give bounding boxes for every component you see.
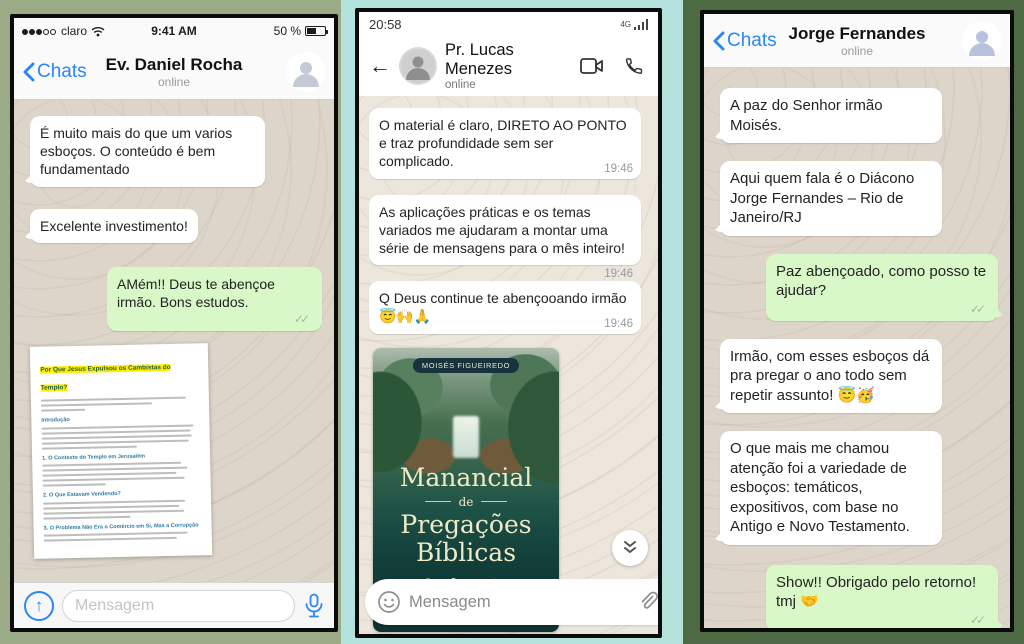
message-bubble-outgoing: Show!! Obrigado pelo retorno! tmj 🤝 ✓✓ xyxy=(766,565,998,629)
screenshot-frame-2: 20:58 4G ← Pr. Lucas Menezes online xyxy=(341,0,683,644)
message-bubble: O que mais me chamou atenção foi a varie… xyxy=(720,431,942,545)
document-heading: 2. O Que Estavam Vendendo? xyxy=(43,490,201,500)
message-text: AMém!! Deus te abençoe irmão. Bons estud… xyxy=(117,276,275,310)
wifi-icon xyxy=(91,26,105,37)
chevron-left-icon xyxy=(712,31,725,51)
message-bubble: A paz do Senhor irmão Moisés. xyxy=(720,88,942,143)
message-text: Show!! Obrigado pelo retorno! tmj 🤝 xyxy=(776,574,976,611)
document-heading: Introdução xyxy=(41,414,199,424)
phone-2: 20:58 4G ← Pr. Lucas Menezes online xyxy=(355,8,662,638)
clock: 9:41 AM xyxy=(132,24,216,38)
mic-icon[interactable] xyxy=(303,593,325,619)
chat-header-1: Chats Ev. Daniel Rocha online xyxy=(14,44,334,100)
message-bubble: Excelente investimento! xyxy=(30,209,198,243)
book-title-line: Manancial xyxy=(373,464,559,493)
contact-name: Jorge Fernandes xyxy=(789,24,926,44)
read-receipt-icon: ✓✓ xyxy=(776,614,986,626)
avatar[interactable] xyxy=(399,47,437,85)
contact-name: Ev. Daniel Rocha xyxy=(106,55,243,75)
signal-dots-icon xyxy=(22,24,57,38)
status-bar-2: 20:58 4G xyxy=(359,12,658,36)
chat-header-2: ← Pr. Lucas Menezes online xyxy=(359,36,658,96)
back-to-chats-button[interactable]: Chats xyxy=(712,14,777,67)
message-input-bar-1: ↑ xyxy=(14,582,334,628)
message-input-pill xyxy=(365,579,662,625)
message-time: 19:46 xyxy=(604,162,633,177)
message-bubble: Irmão, com esses esboços dá pra pregar o… xyxy=(720,339,942,414)
carrier-label: claro xyxy=(61,24,87,38)
battery-percent: 50 % xyxy=(274,24,301,38)
message-bubble: O material é claro, DIRETO AO PONTO e tr… xyxy=(369,108,641,179)
message-time: 19:46 xyxy=(604,317,633,332)
message-text: É muito mais do que um varios esboços. O… xyxy=(40,125,232,177)
phone-1: claro 9:41 AM 50 % Chats Ev. Daniel Roch… xyxy=(10,14,338,632)
message-input[interactable] xyxy=(62,590,295,622)
contact-status: online xyxy=(106,75,243,89)
document-title: Por Que Jesus Expulsou os Cambistas do T… xyxy=(40,364,171,392)
screenshot-frame-1: claro 9:41 AM 50 % Chats Ev. Daniel Roch… xyxy=(0,0,341,644)
contact-name: Pr. Lucas Menezes xyxy=(445,41,572,79)
read-receipt-icon: ✓✓ xyxy=(117,313,310,325)
chat-scroll-area-1[interactable]: É muito mais do que um varios esboços. O… xyxy=(14,100,334,582)
chevron-left-icon xyxy=(22,62,35,82)
contact-status: online xyxy=(445,79,572,91)
clock: 20:58 xyxy=(369,17,402,32)
message-bubble: Aqui quem fala é o Diácono Jorge Fernand… xyxy=(720,161,942,236)
message-text: Q Deus continue te abençooando irmão 😇🙌🙏 xyxy=(379,290,627,324)
person-icon xyxy=(965,24,999,58)
person-icon xyxy=(289,55,323,89)
book-title-line: Bíblicas xyxy=(373,539,559,568)
document-heading: 3. O Problema Não Era o Comércio em Si, … xyxy=(44,522,202,532)
message-text: Paz abençoado, como posso te ajudar? xyxy=(776,263,986,300)
message-text: Irmão, com esses esboços dá pra pregar o… xyxy=(730,348,929,404)
status-bar-1: claro 9:41 AM 50 % xyxy=(14,18,334,44)
back-label: Chats xyxy=(727,30,777,52)
double-chevron-down-icon xyxy=(622,540,638,556)
avatar[interactable] xyxy=(962,21,1002,61)
emoji-icon[interactable] xyxy=(377,590,401,614)
chat-header-3: Chats Jorge Fernandes online xyxy=(704,14,1010,68)
attach-paperclip-icon[interactable] xyxy=(637,590,659,614)
message-text: Excelente investimento! xyxy=(40,218,188,234)
book-title-line: de xyxy=(373,495,559,509)
message-text: Aqui quem fala é o Diácono Jorge Fernand… xyxy=(730,170,914,226)
signal-bars-icon xyxy=(634,19,648,30)
book-author-badge: MOISÉS FIGUEIREDO xyxy=(413,358,519,373)
document-attachment[interactable]: Por Que Jesus Expulsou os Cambistas do T… xyxy=(30,343,212,559)
read-receipt-icon: ✓✓ xyxy=(776,303,986,315)
voice-call-icon[interactable] xyxy=(624,56,644,76)
document-heading: 1. O Contexto do Templo em Jerusalém xyxy=(42,452,200,462)
contact-info[interactable]: Pr. Lucas Menezes online xyxy=(445,41,572,91)
message-time: 19:46 xyxy=(604,267,633,282)
scroll-to-bottom-button[interactable] xyxy=(612,530,648,566)
message-text: O material é claro, DIRETO AO PONTO e tr… xyxy=(379,117,627,169)
video-call-icon[interactable] xyxy=(580,57,604,75)
network-type-label: 4G xyxy=(620,20,631,29)
share-up-arrow-button[interactable]: ↑ xyxy=(24,591,54,621)
message-input-bar-2 xyxy=(359,576,658,634)
back-to-chats-button[interactable]: Chats xyxy=(22,44,87,99)
screenshot-frame-3: Chats Jorge Fernandes online A paz do Se… xyxy=(683,0,1024,644)
message-bubble-outgoing: Paz abençoado, como posso te ajudar? ✓✓ xyxy=(766,254,998,321)
message-text: O que mais me chamou atenção foi a varie… xyxy=(730,440,910,535)
book-title-line: Pregações xyxy=(373,511,559,540)
phone-3: Chats Jorge Fernandes online A paz do Se… xyxy=(700,10,1014,632)
chat-scroll-area-3[interactable]: A paz do Senhor irmão Moisés. Aqui quem … xyxy=(704,68,1010,628)
contact-status: online xyxy=(789,44,926,58)
message-bubble-outgoing: AMém!! Deus te abençoe irmão. Bons estud… xyxy=(107,267,322,331)
message-input[interactable] xyxy=(409,593,629,612)
waterfall-art xyxy=(453,416,479,459)
message-text: As aplicações práticas e os temas variad… xyxy=(379,204,625,256)
message-bubble: Q Deus continue te abençooando irmão 😇🙌🙏… xyxy=(369,281,641,333)
message-bubble: É muito mais do que um varios esboços. O… xyxy=(30,116,265,187)
avatar[interactable] xyxy=(286,52,326,92)
back-arrow-button[interactable]: ← xyxy=(369,55,391,77)
back-label: Chats xyxy=(37,61,87,83)
battery-icon xyxy=(305,26,326,36)
message-bubble: As aplicações práticas e os temas variad… xyxy=(369,195,641,266)
message-text: A paz do Senhor irmão Moisés. xyxy=(730,97,883,134)
person-icon xyxy=(401,49,435,83)
